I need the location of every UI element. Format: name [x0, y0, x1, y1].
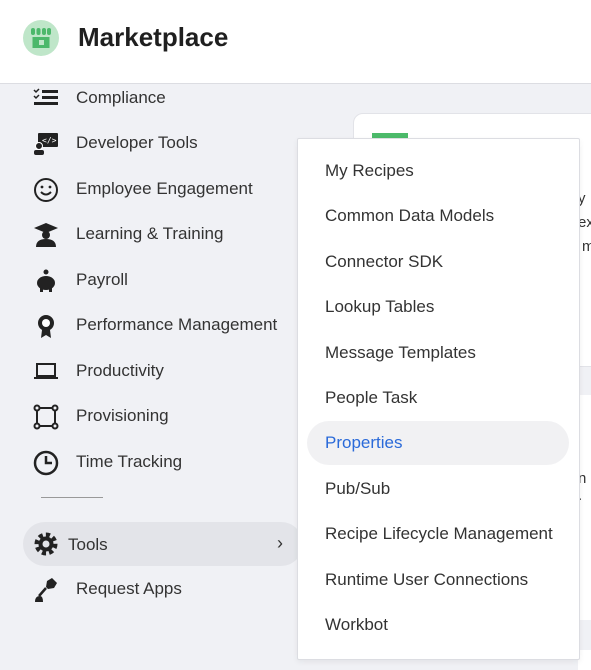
sidebar-item-payroll[interactable]: Payroll: [0, 260, 300, 300]
menu-item-common-data-models[interactable]: Common Data Models: [307, 194, 569, 238]
sidebar-item-provisioning[interactable]: Provisioning: [0, 396, 300, 436]
sidebar-item-compliance[interactable]: Compliance: [0, 78, 300, 118]
sidebar-item-time-tracking[interactable]: Time Tracking: [0, 442, 300, 482]
menu-item-label: Runtime User Connections: [325, 569, 529, 589]
menu-item-label: Connector SDK: [325, 251, 444, 271]
marketplace-logo: [23, 20, 59, 56]
menu-item-message-templates[interactable]: Message Templates: [307, 331, 569, 375]
menu-item-people-task[interactable]: People Task: [307, 376, 569, 420]
menu-item-label: Workbot: [325, 615, 388, 634]
sidebar-item-tools[interactable]: Tools ›: [23, 522, 303, 566]
svg-text:</>: </>: [42, 136, 57, 145]
award-ribbon-icon: [38, 315, 54, 338]
menu-item-label: Recipe Lifecycle Management: [325, 524, 553, 544]
chevron-right-icon: ›: [277, 533, 283, 553]
developer-monitor-icon: </>: [34, 133, 58, 155]
laptop-icon: [34, 363, 58, 379]
menu-item-label: My Recipes: [325, 161, 414, 180]
tools-dropdown-menu: My Recipes Common Data Models Connector SD…: [297, 138, 580, 660]
menu-item-label: Pub/Sub: [325, 478, 391, 498]
menu-item-runtime-user-connections[interactable]: Runtime User Connections: [307, 558, 569, 602]
menu-item-properties[interactable]: Properties: [307, 421, 569, 466]
page-title: Marketplace: [78, 22, 229, 52]
menu-item-workbot[interactable]: Workbot: [307, 603, 569, 647]
storefront-icon: [31, 28, 51, 48]
nodes-icon: [33, 404, 59, 430]
menu-item-label: People Task: [325, 388, 418, 407]
menu-item-connector-sdk[interactable]: Connector SDK: [307, 240, 569, 284]
menu-item-label: Message Templates: [325, 342, 476, 362]
smiley-icon: [34, 178, 58, 202]
sidebar-item-productivity[interactable]: Productivity: [0, 351, 300, 391]
menu-item-my-recipes[interactable]: My Recipes: [307, 149, 569, 193]
pen-icon: [35, 578, 57, 602]
menu-item-pub-sub[interactable]: Pub/Sub: [307, 467, 569, 511]
background-text: m: [582, 238, 591, 255]
menu-item-label: Common Data Models: [325, 206, 495, 226]
menu-item-lookup-tables[interactable]: Lookup Tables: [307, 285, 569, 329]
piggy-bank-icon: [37, 269, 55, 292]
sidebar-item-developer-tools[interactable]: </> Developer Tools: [0, 123, 300, 163]
sidebar-item-performance-management[interactable]: Performance Management: [0, 305, 300, 345]
menu-item-label: Properties: [325, 433, 403, 453]
sidebar-item-request-apps[interactable]: Request Apps: [0, 567, 300, 611]
menu-item-label: Lookup Tables: [325, 297, 435, 317]
checklist-icon: [33, 88, 58, 105]
sidebar-divider: [41, 497, 103, 498]
sidebar-item-employee-engagement[interactable]: Employee Engagement: [0, 169, 300, 209]
sidebar: Compliance </> Developer Tools Employee …: [0, 84, 303, 667]
sidebar-item-learning-training[interactable]: Learning & Training: [0, 214, 300, 254]
menu-item-recipe-lifecycle-management[interactable]: Recipe Lifecycle Management: [307, 512, 569, 556]
gear-icon: [34, 532, 58, 556]
graduate-icon: [34, 223, 58, 247]
app-header: Marketplace: [0, 0, 591, 84]
clock-icon: [33, 450, 59, 476]
